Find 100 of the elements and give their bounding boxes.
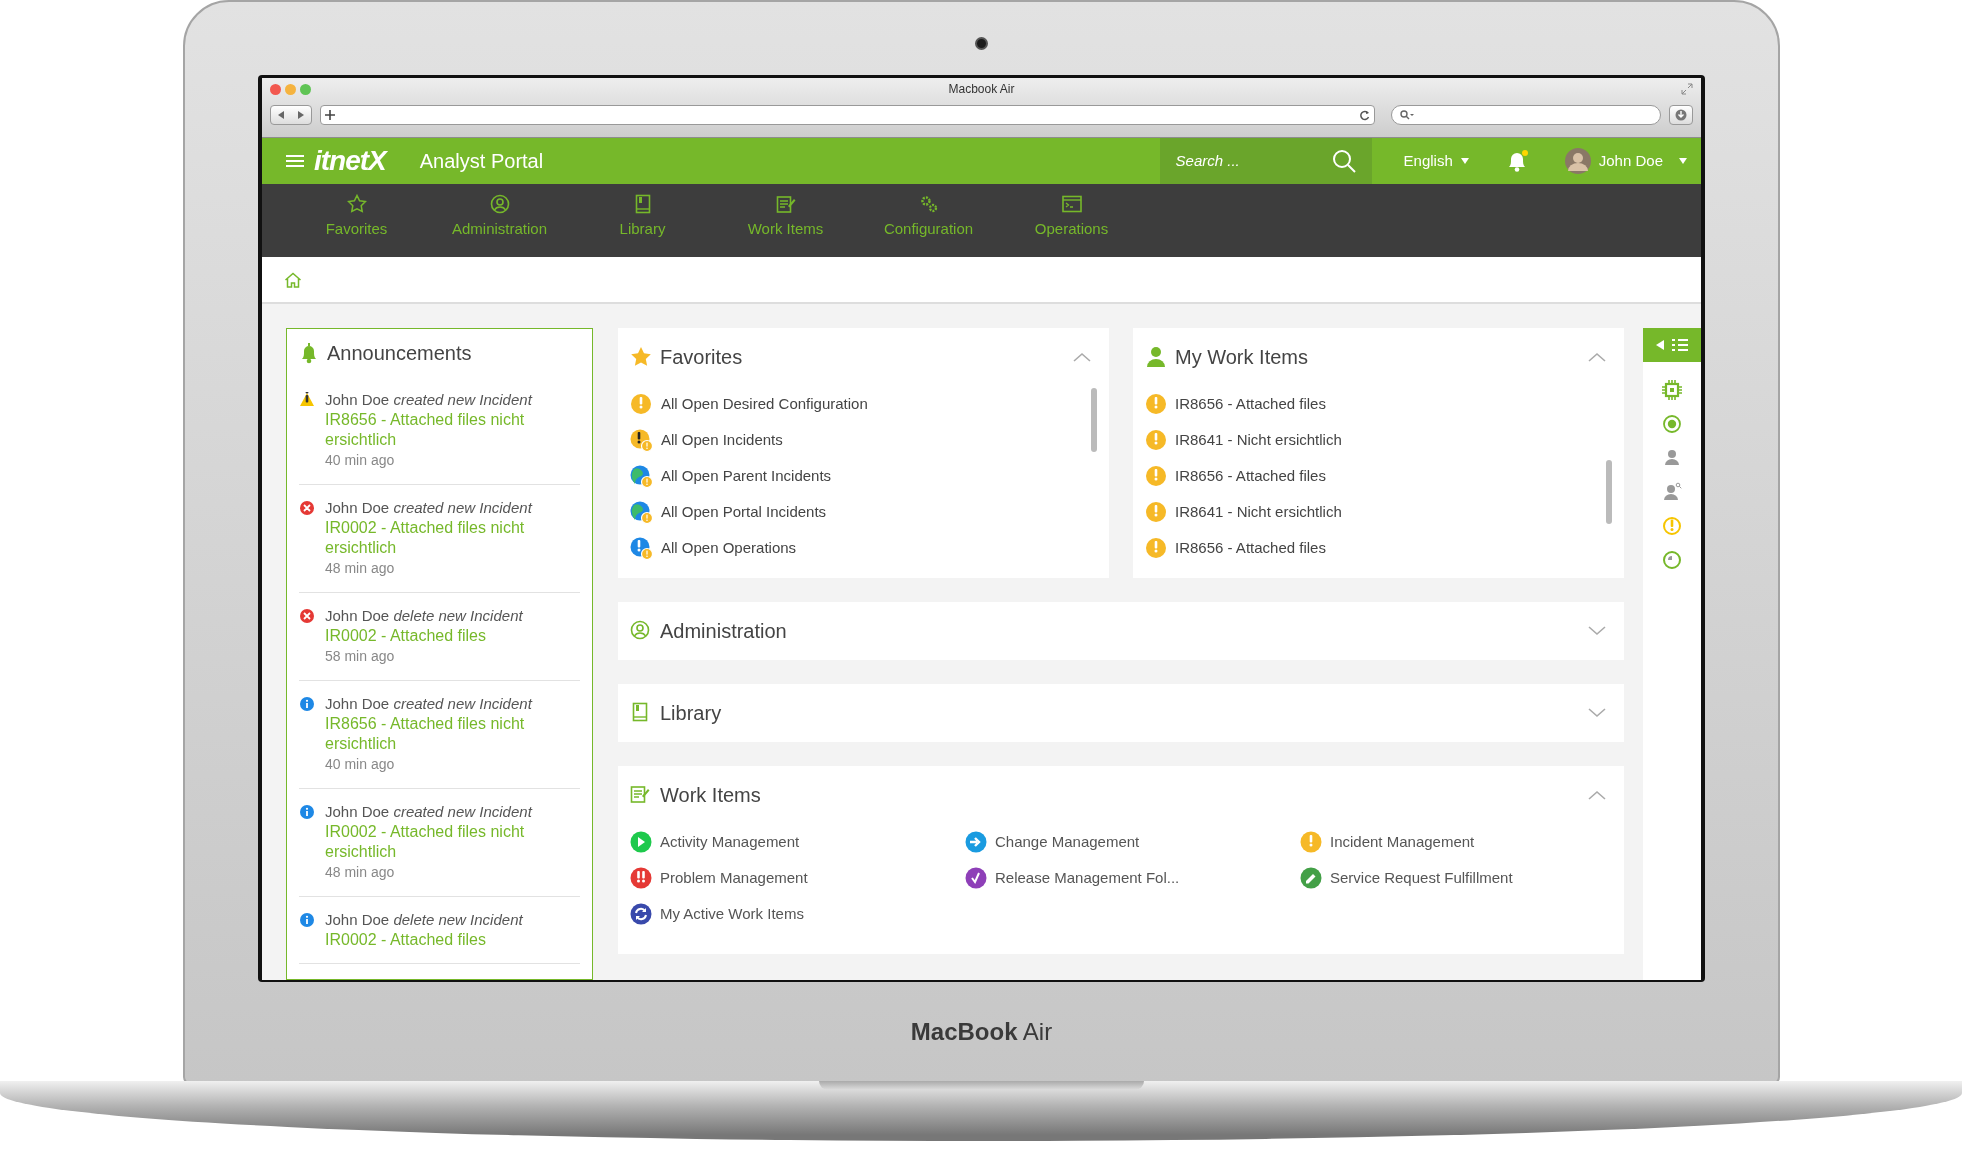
warning-icon [299,392,315,408]
search-placeholder: Search ... [1175,150,1240,171]
panel-title: Favorites [660,345,743,369]
nav-tab[interactable]: Administration [428,184,571,257]
announcement-text: John Doe created new Incident [325,694,534,714]
announcement-text: John Doe created new Incident [325,498,534,518]
clock-icon [1662,550,1682,570]
notepad-icon [630,784,652,806]
work-item-type-link[interactable]: Release Management Fol... [965,860,1300,896]
device-brand: MacBook Air [910,1017,1053,1047]
work-item-type-link[interactable]: Activity Management [630,824,965,860]
download-button[interactable] [1669,105,1693,125]
search-field[interactable] [1391,105,1661,125]
sidebar-tool-button[interactable] [1662,516,1682,536]
alert-icon [1662,516,1682,536]
warning-icon [1145,465,1167,487]
portal-title: Analyst Portal [419,149,544,174]
terminal-icon [1061,194,1082,214]
nav-tab[interactable]: Library [571,184,714,257]
reload-icon [1359,109,1370,121]
play-icon [630,831,652,853]
work-item-link[interactable]: IR8641 - Nicht ersichtlich [1133,494,1624,530]
download-icon [1675,109,1687,121]
work-item-link[interactable]: IR8656 - Attached files [1133,386,1624,422]
favorite-link[interactable]: All Open Incidents [618,422,1109,458]
window-control-button[interactable] [270,83,281,95]
chip-icon [1662,380,1682,400]
star-icon [346,194,367,214]
sidebar-toggle-button[interactable] [1643,328,1701,362]
user-circle-icon [630,620,652,642]
work-item-type-link[interactable]: Service Request Fulfillment [1300,860,1624,896]
collapse-arrow-icon [1656,340,1664,350]
sidebar-tool-button[interactable] [1662,448,1682,468]
sidebar-tool-button[interactable] [1662,380,1682,400]
forward-icon [297,111,305,119]
avatar-icon [1564,148,1591,174]
work-item-link[interactable]: IR8641 - Nicht ersichtlich [1133,422,1624,458]
alert-icon [630,536,653,560]
timestamp: 48 min ago [325,863,396,882]
info-icon [299,696,315,712]
person-search-icon [1662,482,1682,502]
scrollbar[interactable] [1091,388,1097,452]
menu-button[interactable] [286,154,304,168]
warning-icon [630,392,653,416]
panel-title: Announcements [327,341,472,365]
window-control-button[interactable] [285,83,296,95]
plus-icon [325,110,335,120]
work-item-type-link[interactable]: Problem Management [630,860,965,896]
warning-icon [1145,393,1167,415]
panel-title: My Work Items [1175,345,1308,369]
favorite-link[interactable]: All Open Portal Incidents [618,494,1109,530]
logo: itnetX [314,147,386,175]
warning-icon [1145,537,1167,559]
work-item-link[interactable]: IR8656 - Attached files [1133,530,1624,566]
sidebar-tool-button[interactable] [1662,550,1682,570]
nav-tab[interactable]: Favorites [285,184,428,257]
address-field[interactable] [320,105,1375,125]
timestamp: 40 min ago [325,755,396,774]
nav-tab[interactable]: Operations [1000,184,1143,257]
caret-icon [1679,158,1687,164]
work-item-type-link[interactable]: Change Management [965,824,1300,860]
error-icon [299,608,315,624]
person-icon [1662,448,1682,468]
work-item-type-link[interactable]: Incident Management [1300,824,1624,860]
target-icon [1662,414,1682,434]
timestamp: 40 min ago [325,451,396,470]
scrollbar[interactable] [1606,460,1612,524]
warning-icon [1300,831,1322,853]
alert-icon [630,867,652,889]
pencil-icon [1300,867,1322,889]
check-icon [965,867,987,889]
favorite-link[interactable]: All Open Desired Configuration [618,386,1109,422]
sidebar-tool-button[interactable] [1662,414,1682,434]
announcement-text: John Doe delete new Incident [325,910,523,930]
bell-icon [299,342,319,364]
back-icon [277,111,285,119]
nav-tab[interactable]: Configuration [857,184,1000,257]
home-link[interactable] [284,271,302,288]
star-icon [630,346,652,368]
menu-icon [286,154,304,168]
favorite-link[interactable]: All Open Parent Incidents [618,458,1109,494]
error-icon [299,500,315,516]
info-icon [299,912,315,928]
timestamp: 58 min ago [325,647,396,666]
announcement-text: John Doe created new Incident [325,390,534,410]
list-icon [1672,338,1688,352]
nav-tab[interactable]: Work Items [714,184,857,257]
announcement-text: John Doe created new Incident [325,802,534,822]
window-control-button[interactable] [300,83,311,95]
refresh-icon [630,903,652,925]
work-item-type-link[interactable]: My Active Work Items [630,896,965,932]
panel-title: Work Items [660,783,761,807]
sidebar-tool-button[interactable] [1662,482,1682,502]
timestamp: 48 min ago [325,559,396,578]
camera-icon [975,37,988,50]
work-item-link[interactable]: IR8656 - Attached files [1133,458,1624,494]
user-circle-icon [489,194,510,214]
globe-icon [630,500,653,524]
favorite-link[interactable]: All Open Operations [618,530,1109,566]
search-icon [1331,149,1356,173]
